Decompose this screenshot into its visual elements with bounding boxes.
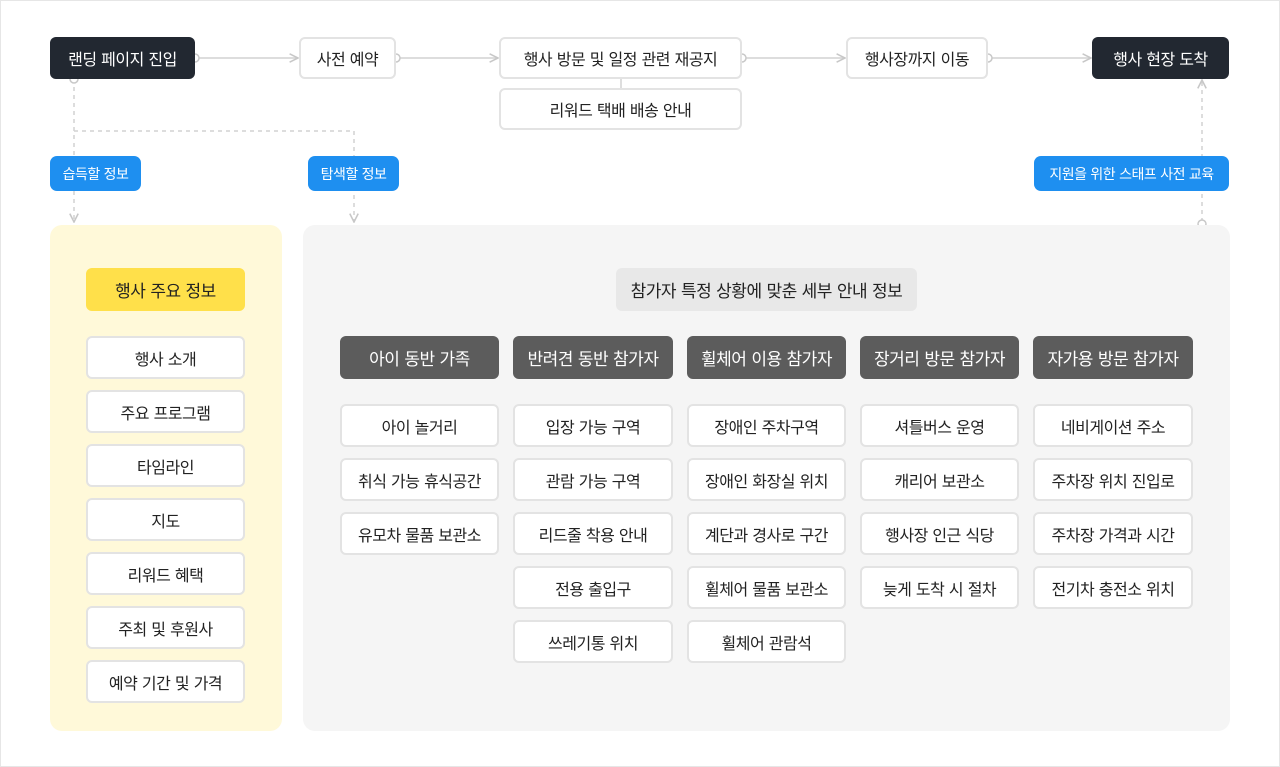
column-head-family: 아이 동반 가족 (340, 336, 499, 379)
node-landing: 랜딩 페이지 진입 (50, 37, 195, 79)
column-item: 캐리어 보관소 (860, 458, 1019, 501)
column-item: 계단과 경사로 구간 (687, 512, 846, 555)
column-item: 행사장 인근 식당 (860, 512, 1019, 555)
column-item: 취식 가능 휴식공간 (340, 458, 499, 501)
column-item: 리드줄 착용 안내 (513, 512, 673, 555)
column-item: 주차장 위치 진입로 (1033, 458, 1193, 501)
main-info-item: 지도 (86, 498, 245, 541)
column-item: 아이 놀거리 (340, 404, 499, 447)
main-info-title: 행사 주요 정보 (86, 268, 245, 311)
column-item: 쓰레기통 위치 (513, 620, 673, 663)
column-item: 늦게 도착 시 절차 (860, 566, 1019, 609)
main-info-item: 타임라인 (86, 444, 245, 487)
node-move: 행사장까지 이동 (846, 37, 988, 79)
column-item: 주차장 가격과 시간 (1033, 512, 1193, 555)
column-item: 전용 출입구 (513, 566, 673, 609)
column-item: 입장 가능 구역 (513, 404, 673, 447)
column-item: 네비게이션 주소 (1033, 404, 1193, 447)
main-info-item: 행사 소개 (86, 336, 245, 379)
node-reservation: 사전 예약 (299, 37, 396, 79)
node-reward-delivery: 리워드 택배 배송 안내 (499, 88, 742, 130)
column-item: 휠체어 관람석 (687, 620, 846, 663)
column-item: 셔틀버스 운영 (860, 404, 1019, 447)
label-staff: 지원을 위한 스태프 사전 교육 (1034, 156, 1229, 191)
detail-title: 참가자 특정 상황에 맞춘 세부 안내 정보 (616, 268, 917, 311)
column-item: 유모차 물품 보관소 (340, 512, 499, 555)
column-item: 장애인 주차구역 (687, 404, 846, 447)
label-explore: 탐색할 정보 (308, 156, 399, 191)
main-info-item: 예약 기간 및 가격 (86, 660, 245, 703)
column-item: 휠체어 물품 보관소 (687, 566, 846, 609)
main-info-item: 리워드 혜택 (86, 552, 245, 595)
column-head-pet: 반려견 동반 참가자 (513, 336, 673, 379)
node-arrival: 행사 현장 도착 (1092, 37, 1229, 79)
column-item: 전기차 충전소 위치 (1033, 566, 1193, 609)
column-item: 관람 가능 구역 (513, 458, 673, 501)
column-head-long-distance: 장거리 방문 참가자 (860, 336, 1019, 379)
column-head-car: 자가용 방문 참가자 (1033, 336, 1193, 379)
main-info-item: 주요 프로그램 (86, 390, 245, 433)
column-head-wheelchair: 휠체어 이용 참가자 (687, 336, 846, 379)
label-learn: 습득할 정보 (50, 156, 141, 191)
column-item: 장애인 화장실 위치 (687, 458, 846, 501)
main-info-item: 주최 및 후원사 (86, 606, 245, 649)
node-revisit: 행사 방문 및 일정 관련 재공지 (499, 37, 742, 79)
